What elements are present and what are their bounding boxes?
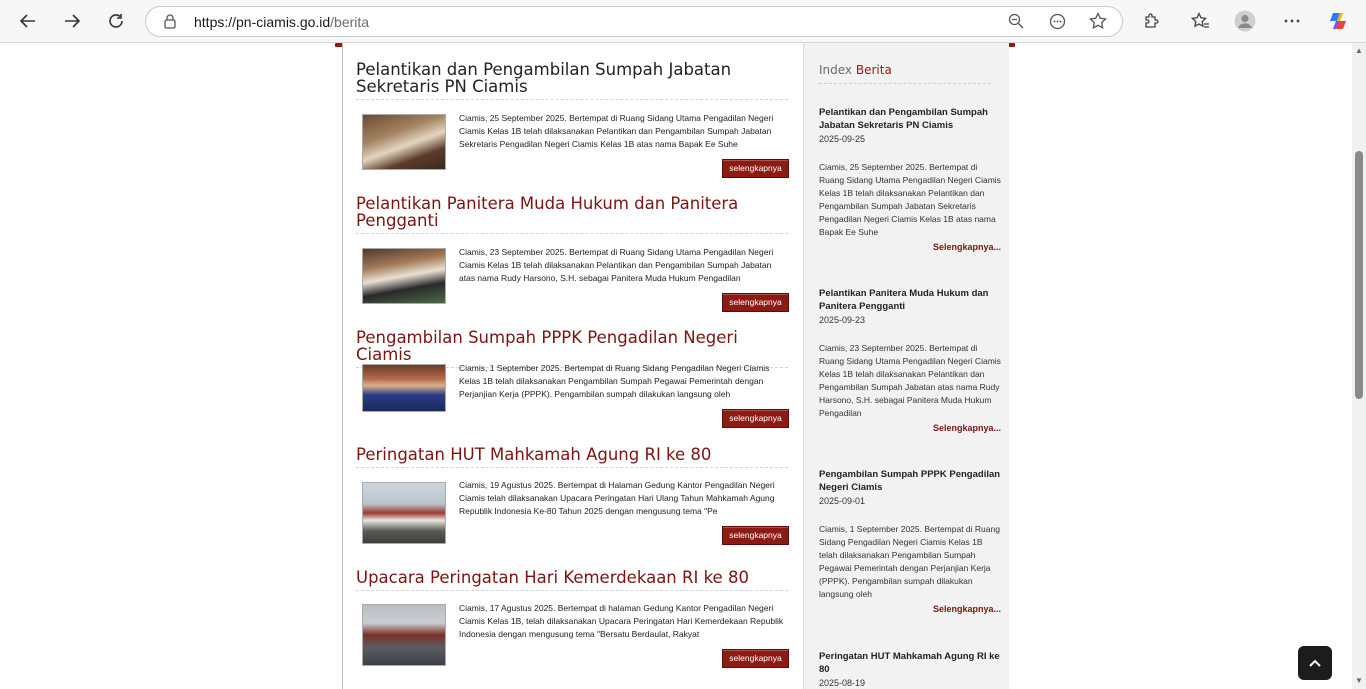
favorite-star-icon[interactable] <box>1089 11 1107 35</box>
scroll-to-top-button[interactable] <box>1298 646 1332 680</box>
article-divider <box>356 467 788 468</box>
back-icon[interactable] <box>15 8 41 34</box>
article-excerpt: Ciamis, 19 Agustus 2025. Bertempat di Ha… <box>459 480 775 516</box>
read-more-button[interactable]: selengkapnya <box>722 409 789 428</box>
article-title[interactable]: Peringatan HUT Mahkamah Agung RI ke 80 <box>356 446 788 463</box>
article-thumbnail[interactable] <box>362 604 446 666</box>
page-viewport: Pelantikan dan Pengambilan Sumpah Jabata… <box>0 43 1352 689</box>
read-more-button[interactable]: selengkapnya <box>722 526 789 545</box>
article-title[interactable]: Pelantikan dan Pengambilan Sumpah Jabata… <box>356 61 788 95</box>
profile-avatar-icon[interactable] <box>1234 10 1256 32</box>
sidebar-heading-prefix: Index <box>819 63 853 77</box>
sidebar-read-more-link[interactable]: Selengkapnya... <box>819 604 1001 614</box>
more-menu-icon[interactable] <box>1281 10 1303 32</box>
sidebar-read-more-link[interactable]: Selengkapnya... <box>819 423 1001 433</box>
sidebar-item-excerpt: Ciamis, 25 September 2025. Bertempat di … <box>819 162 1001 237</box>
sidebar-item-title[interactable]: Pelantikan Panitera Muda Hukum dan Panit… <box>819 287 1001 313</box>
sidebar-item-excerpt: Ciamis, 23 September 2025. Bertempat di … <box>819 343 1001 418</box>
sidebar-heading-divider <box>819 83 991 84</box>
sidebar-news-item: Pelantikan Panitera Muda Hukum dan Panit… <box>819 287 1001 433</box>
sidebar-item-date: 2025-08-19 <box>819 678 866 688</box>
article-thumbnail[interactable] <box>362 114 446 170</box>
article-thumbnail[interactable] <box>362 248 446 304</box>
zoom-icon[interactable] <box>1008 13 1024 34</box>
copilot-icon[interactable] <box>1327 10 1349 32</box>
article-excerpt: Ciamis, 1 September 2025. Bertempat di R… <box>459 363 770 399</box>
page-scrollbar[interactable]: ▲ ▼ <box>1352 43 1366 689</box>
url-text[interactable]: https://pn-ciamis.go.id/berita <box>194 14 369 30</box>
article-divider <box>356 590 788 591</box>
extensions-icon[interactable] <box>1140 10 1162 32</box>
scrollbar-thumb[interactable] <box>1355 151 1363 399</box>
browser-toolbar: https://pn-ciamis.go.id/berita <box>0 0 1366 43</box>
article-excerpt: Ciamis, 25 September 2025. Bertempat di … <box>459 113 774 149</box>
chevron-up-icon <box>1309 659 1321 667</box>
article-divider <box>356 99 788 100</box>
article-excerpt: Ciamis, 23 September 2025. Bertempat di … <box>459 247 774 283</box>
read-more-button[interactable]: selengkapnya <box>722 293 789 312</box>
article-excerpt: Ciamis, 17 Agustus 2025. Bertempat di ha… <box>459 603 784 639</box>
sidebar-news-item: Peringatan HUT Mahkamah Agung RI ke 80 2… <box>819 650 1001 689</box>
sidebar-item-title[interactable]: Pengambilan Sumpah PPPK Pengadilan Neger… <box>819 468 1001 494</box>
article-title[interactable]: Pengambilan Sumpah PPPK Pengadilan Neger… <box>356 329 788 363</box>
sidebar-item-title[interactable]: Pelantikan dan Pengambilan Sumpah Jabata… <box>819 106 1001 132</box>
sidebar-heading-accent: Berita <box>855 63 892 77</box>
article-title[interactable]: Pelantikan Panitera Muda Hukum dan Panit… <box>356 195 788 229</box>
address-bar[interactable]: https://pn-ciamis.go.id/berita <box>145 6 1123 37</box>
sidebar-item-date: 2025-09-25 <box>819 134 866 144</box>
article-divider <box>356 233 788 234</box>
article-thumbnail[interactable] <box>362 482 446 544</box>
url-host: https://pn-ciamis.go.id <box>194 14 331 30</box>
news-article: Pelantikan Panitera Muda Hukum dan Panit… <box>356 195 789 329</box>
news-article: Pengambilan Sumpah PPPK Pengadilan Neger… <box>356 329 789 446</box>
news-article: Peringatan HUT Mahkamah Agung RI ke 80 C… <box>356 446 789 569</box>
forward-icon[interactable] <box>59 8 85 34</box>
content-container: Pelantikan dan Pengambilan Sumpah Jabata… <box>342 43 1009 689</box>
reading-view-icon[interactable] <box>1049 13 1066 35</box>
news-article: Pelantikan dan Pengambilan Sumpah Jabata… <box>356 61 789 195</box>
sidebar-heading: Index Berita <box>819 63 892 77</box>
article-title[interactable]: Upacara Peringatan Hari Kemerdekaan RI k… <box>356 569 788 586</box>
sidebar-news-item: Pengambilan Sumpah PPPK Pengadilan Neger… <box>819 468 1001 614</box>
sidebar-item-date: 2025-09-23 <box>819 315 866 325</box>
sidebar-news-item: Pelantikan dan Pengambilan Sumpah Jabata… <box>819 106 1001 252</box>
sidebar-read-more-link[interactable]: Selengkapnya... <box>819 242 1001 252</box>
news-list: Pelantikan dan Pengambilan Sumpah Jabata… <box>356 61 789 689</box>
refresh-icon[interactable] <box>103 8 129 34</box>
sidebar-item-excerpt: Ciamis, 1 September 2025. Bertempat di R… <box>819 524 1000 599</box>
favorites-icon[interactable] <box>1189 10 1211 32</box>
article-thumbnail[interactable] <box>362 364 446 412</box>
sidebar-item-title[interactable]: Peringatan HUT Mahkamah Agung RI ke 80 <box>819 650 1001 676</box>
sidebar-item-date: 2025-09-01 <box>819 496 866 506</box>
url-path: /berita <box>330 14 370 30</box>
lock-icon[interactable] <box>163 14 177 34</box>
sidebar-news-index: Index Berita Pelantikan dan Pengambilan … <box>803 43 1009 689</box>
scroll-down-arrow-icon[interactable]: ▼ <box>1355 677 1363 685</box>
news-article: Upacara Peringatan Hari Kemerdekaan RI k… <box>356 569 789 689</box>
scroll-up-arrow-icon[interactable]: ▲ <box>1355 47 1363 55</box>
read-more-button[interactable]: selengkapnya <box>722 159 789 178</box>
read-more-button[interactable]: selengkapnya <box>722 649 789 668</box>
